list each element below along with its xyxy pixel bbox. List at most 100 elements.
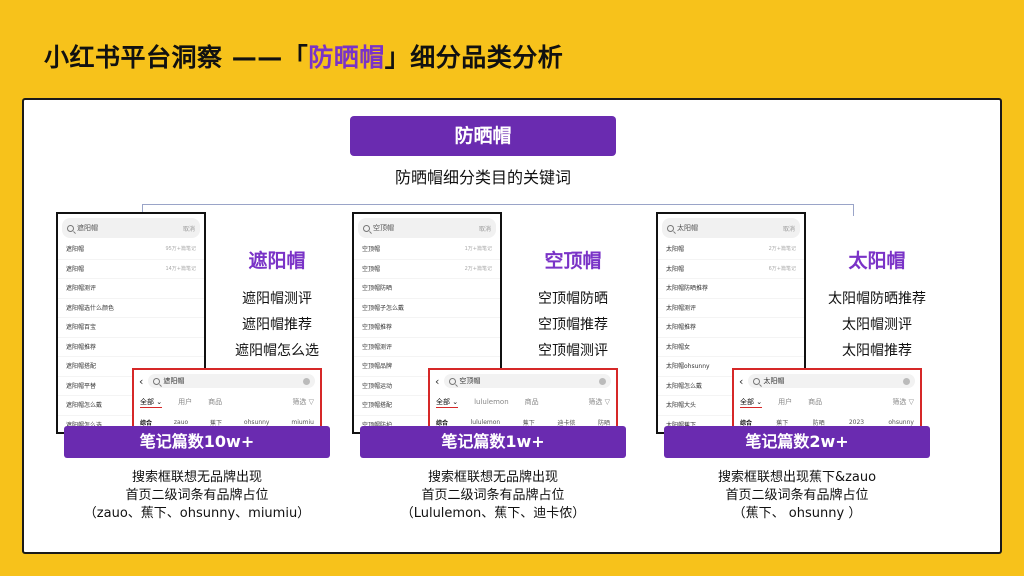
- chip[interactable]: ohsunny: [888, 419, 914, 426]
- clear-icon[interactable]: [903, 377, 910, 385]
- search-icon: [153, 377, 161, 385]
- content-card: 防晒帽 防晒帽细分类目的关键词 遮阳帽 取消 遮阳帽 95万+篇笔记 遮阳帽 14万+…: [22, 98, 1002, 554]
- suggestion-row[interactable]: 遮阳帽百宝: [58, 318, 204, 338]
- back-arrow-icon[interactable]: ‹: [139, 375, 143, 388]
- result-search-field[interactable]: 空顶帽: [444, 374, 611, 388]
- result-query: 空顶帽: [459, 377, 481, 385]
- tab-second[interactable]: 用户: [778, 397, 792, 407]
- suggestion-text: 空顶帽推荐: [362, 324, 393, 331]
- clear-icon[interactable]: [303, 377, 310, 385]
- suggestion-text: 空顶帽品牌: [362, 363, 393, 370]
- search-result-screenshot: ‹ 遮阳帽 全部 ⌄ 用户 商品 筛选 ▽ 综合 zauo 蕉下 ohsunny…: [132, 368, 322, 434]
- desc-line: 搜索框联想出现蕉下&zauo: [717, 470, 877, 485]
- tab-second[interactable]: lululemon: [474, 398, 509, 406]
- search-icon: [67, 224, 74, 232]
- desc-line: 首页二级词条有品牌占位: [725, 488, 869, 503]
- search-bar[interactable]: 太阳帽 取消: [662, 218, 800, 238]
- suggestion-text: 遮阳帽平替: [66, 382, 97, 390]
- result-search-field[interactable]: 遮阳帽: [148, 374, 315, 388]
- suggestion-text: 遮阳帽推荐: [66, 343, 97, 351]
- keyword-item: 太阳帽测评: [842, 317, 912, 333]
- search-bar[interactable]: 空顶帽 取消: [358, 218, 496, 238]
- suggestion-row[interactable]: 太阳帽 2万+篇笔记: [658, 240, 804, 260]
- tab-second[interactable]: 用户: [178, 397, 192, 407]
- result-search-field[interactable]: 太阳帽: [748, 374, 915, 388]
- suggestion-text: 太阳帽防晒推荐: [666, 285, 709, 292]
- suggestion-text: 遮阳帽: [66, 265, 85, 273]
- filter-button[interactable]: 筛选 ▽: [292, 397, 314, 407]
- suggestion-row[interactable]: 遮阳帽 14万+篇笔记: [58, 260, 204, 279]
- suggestion-row[interactable]: 太阳帽 6万+篇笔记: [658, 260, 804, 279]
- search-result-screenshot: ‹ 太阳帽 全部 ⌄ 用户 商品 筛选 ▽ 综合 蕉下 防晒 2023 ohsu…: [732, 368, 922, 434]
- tab-goods[interactable]: 商品: [208, 397, 222, 407]
- category-title: 遮阳帽: [248, 250, 306, 272]
- category-title: 空顶帽: [544, 250, 602, 272]
- suggestion-text: 空顶帽子怎么戴: [362, 304, 405, 312]
- suggestion-text: 太阳帽: [666, 246, 685, 253]
- keyword-item: 遮阳帽怎么选: [235, 343, 319, 359]
- suggestion-row[interactable]: 太阳帽测评: [658, 299, 804, 318]
- suggestion-text: 太阳帽大头: [666, 402, 697, 409]
- filter-button[interactable]: 筛选 ▽: [892, 397, 914, 407]
- desc-line: （蕉下、 ohsunny ）: [732, 506, 862, 521]
- cancel-button[interactable]: 取消: [783, 224, 795, 233]
- suggestion-row[interactable]: 遮阳帽推荐: [58, 338, 204, 357]
- suggestion-row[interactable]: 空顶帽子怎么戴: [354, 299, 500, 318]
- suggestion-text: 遮阳帽怎么戴: [66, 402, 103, 409]
- tab-all[interactable]: 全部 ⌄: [436, 397, 459, 408]
- desc-line: （Lululemon、蕉下、迪卡侬）: [400, 506, 586, 521]
- search-bar[interactable]: 遮阳帽 取消: [62, 218, 200, 238]
- note-count-bar: 笔记篇数2w+: [664, 426, 930, 458]
- filter-button[interactable]: 筛选 ▽: [588, 397, 610, 407]
- search-query: 太阳帽: [677, 224, 698, 232]
- chip[interactable]: 2023: [849, 419, 864, 426]
- category-column: 太阳帽 取消 太阳帽 2万+篇笔记 太阳帽 6万+篇笔记 太阳帽防晒推荐 太阳帽测评 太阳帽…: [656, 212, 936, 542]
- suggestion-row[interactable]: 太阳帽女: [658, 338, 804, 357]
- suggestion-meta: 95万+篇笔记: [165, 246, 196, 252]
- keyword-item: 空顶帽防晒: [538, 291, 608, 307]
- chip[interactable]: zauo: [174, 419, 188, 426]
- suggestion-text: 空顶帽运动: [362, 382, 393, 390]
- keyword-item: 遮阳帽推荐: [242, 317, 312, 333]
- search-result-screenshot: ‹ 空顶帽 全部 ⌄ lululemon 商品 筛选 ▽ 综合 lululemo…: [428, 368, 618, 434]
- page-title: 小红书平台洞察 ——「防晒帽」细分品类分析: [44, 38, 563, 74]
- clear-icon[interactable]: [599, 377, 606, 385]
- suggestion-text: 空顶帽测评: [362, 343, 393, 351]
- suggestion-row[interactable]: 遮阳帽 95万+篇笔记: [58, 240, 204, 260]
- cancel-button[interactable]: 取消: [479, 224, 491, 233]
- suggestion-text: 遮阳帽搭配: [66, 363, 97, 370]
- suggestion-text: 空顶帽: [362, 246, 381, 253]
- title-prefix: 小红书平台洞察 ——「: [44, 43, 309, 72]
- tab-goods[interactable]: 商品: [525, 397, 539, 407]
- note-count-bar: 笔记篇数1w+: [360, 426, 626, 458]
- suggestion-row[interactable]: 太阳帽防晒推荐: [658, 279, 804, 299]
- chip[interactable]: ohsunny: [244, 419, 270, 426]
- category-title: 太阳帽: [848, 250, 906, 272]
- suggestion-row[interactable]: 太阳帽推荐: [658, 318, 804, 338]
- chip[interactable]: miumiu: [291, 419, 314, 426]
- desc-line: （zauo、蕉下、ohsunny、miumiu）: [83, 506, 311, 521]
- suggestion-row[interactable]: 空顶帽 2万+篇笔记: [354, 260, 500, 279]
- suggestion-text: 空顶帽防晒: [362, 285, 393, 292]
- cancel-button[interactable]: 取消: [183, 224, 195, 233]
- suggestion-text: 空顶帽搭配: [362, 402, 393, 409]
- keyword-item: 空顶帽推荐: [538, 317, 608, 333]
- suggestion-row[interactable]: 遮阳帽选什么颜色: [58, 299, 204, 318]
- back-arrow-icon[interactable]: ‹: [435, 375, 439, 388]
- title-suffix: 」细分品类分析: [384, 43, 564, 72]
- suggestion-row[interactable]: 遮阳帽测评: [58, 279, 204, 299]
- tab-all[interactable]: 全部 ⌄: [740, 397, 763, 408]
- keyword-item: 空顶帽测评: [538, 343, 608, 359]
- root-category-box: 防晒帽: [350, 116, 616, 156]
- suggestion-row[interactable]: 空顶帽 1万+篇笔记: [354, 240, 500, 260]
- tab-all[interactable]: 全部 ⌄: [140, 397, 163, 408]
- search-query: 遮阳帽: [77, 224, 98, 232]
- suggestion-row[interactable]: 空顶帽防晒: [354, 279, 500, 299]
- back-arrow-icon[interactable]: ‹: [739, 375, 743, 388]
- suggestion-row[interactable]: 空顶帽推荐: [354, 318, 500, 338]
- chip[interactable]: lululemon: [471, 419, 501, 426]
- suggestion-row[interactable]: 空顶帽测评: [354, 338, 500, 357]
- tab-goods[interactable]: 商品: [808, 397, 822, 407]
- note-count-bar: 笔记篇数10w+: [64, 426, 330, 458]
- keyword-item: 太阳帽推荐: [842, 343, 912, 359]
